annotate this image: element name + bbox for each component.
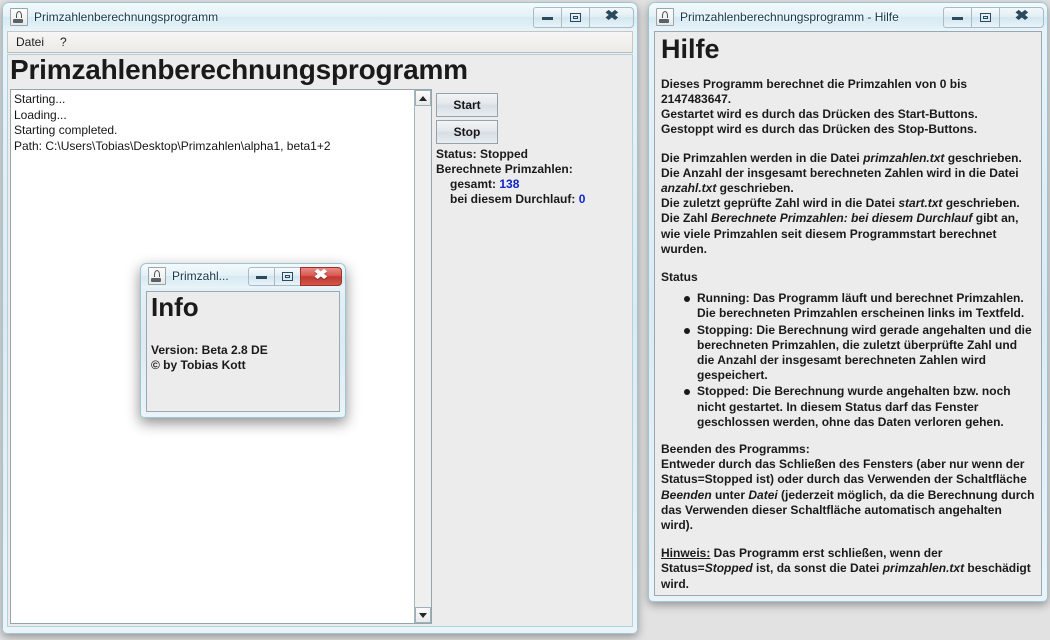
help-paragraph-intro: Dieses Programm berechnet die Primzahlen… [661,77,1035,138]
help-paragraph-files: Die Primzahlen werden in die Datei primz… [661,151,1035,257]
help-file-start: start.txt [898,196,943,211]
main-window-titlebar[interactable]: Primzahlenberechnungsprogramm ✖ [3,3,637,31]
maximize-icon [570,12,581,22]
java-coffee-cup-icon [656,8,674,26]
close-button[interactable]: ✖ [589,6,634,28]
menu-item-help[interactable]: ? [52,33,75,51]
log-vertical-scrollbar[interactable] [414,90,431,623]
minimize-button[interactable] [943,6,972,28]
help-title: Hilfe [661,34,720,64]
list-item: Running: Das Programm läuft und berechne… [684,291,1035,321]
help-window-titlebar[interactable]: Primzahlenberechnungsprogramm - Hilfe ✖ [649,3,1047,31]
help-file-anzahl: anzahl.txt [661,180,717,195]
maximize-icon [980,12,991,22]
minimize-icon [952,14,963,20]
scrollbar-track[interactable] [415,106,431,607]
start-button[interactable]: Start [436,93,498,117]
control-panel: Start Stop Status: Stopped Berechnete Pr… [432,89,630,624]
help-content: Hilfe Dieses Programm berechnet die Prim… [654,31,1042,596]
primes-run-row: bei diesem Durchlauf: 0 [436,192,630,207]
help-emphasis-datei: Datei [748,487,778,502]
main-window-controls: ✖ [533,6,634,28]
maximize-icon [282,271,293,281]
help-paragraph-quit: Beenden des Programms: Entweder durch da… [661,442,1035,533]
help-window: Primzahlenberechnungsprogramm - Hilfe ✖ … [648,2,1048,602]
help-files-text-7: Die Zahl [661,211,712,226]
info-author: © by Tobias Kott [151,358,246,373]
menubar: Datei ? [7,31,633,53]
maximize-button[interactable] [274,266,301,286]
menu-item-datei[interactable]: Datei [8,33,52,51]
info-dialog-content: Info Version: Beta 2.8 DE © by Tobias Ko… [146,291,340,412]
help-files-text-3: Die Anzahl der insgesamt berechneten Zah… [661,165,1019,180]
java-coffee-cup-icon [148,267,166,285]
minimize-button[interactable] [248,266,275,286]
info-dialog-controls: ✖ [248,266,342,287]
help-intro-line-2: Gestartet wird es durch das Drücken des … [661,107,978,122]
main-window-title: Primzahlenberechnungsprogramm [34,10,219,24]
help-note-status-value: Stopped [704,561,753,576]
maximize-button[interactable] [971,6,1000,28]
help-quit-text-1: Entweder durch das Schließen des Fenster… [661,457,1027,487]
help-status-heading: Status [661,269,698,284]
help-intro-line-1: Dieses Programm berechnet die Primzahlen… [661,76,968,106]
minimize-button[interactable] [533,6,562,28]
help-files-text-2: geschrieben. [944,150,1022,165]
help-status-list: Running: Das Programm läuft und berechne… [661,291,1035,430]
help-files-text-1: Die Primzahlen werden in die Datei [661,150,864,165]
java-coffee-cup-icon [10,8,28,26]
help-files-text-5: Die zuletzt geprüfte Zahl wird in die Da… [661,196,899,211]
info-dialog-titlebar[interactable]: Primzahl... ✖ [141,264,345,288]
minimize-icon [256,273,267,279]
help-file-primzahlen: primzahlen.txt [863,150,945,165]
help-files-text-4: geschrieben. [716,180,794,195]
scroll-up-button[interactable] [415,90,431,106]
help-quit-text-2: unter [711,487,749,502]
help-note-label: Hinweis: [661,546,711,561]
info-title: Info [151,292,199,322]
help-emphasis-durchlauf: Berechnete Primzahlen: bei diesem Durchl… [711,211,973,226]
help-note-file: primzahlen.txt [882,561,965,576]
help-note-text-2: ist, da sonst die Datei [752,561,883,576]
info-dialog: Primzahl... ✖ Info Version: Beta 2.8 DE … [140,263,346,418]
help-window-controls: ✖ [943,6,1044,28]
info-dialog-title: Primzahl... [172,269,229,283]
close-button[interactable]: ✖ [999,6,1044,28]
primes-run-label: bei diesem Durchlauf: [450,192,576,206]
scroll-down-arrow-icon [419,612,427,618]
stop-button[interactable]: Stop [436,120,498,144]
primes-run-value: 0 [578,192,586,206]
close-icon: ✖ [1014,9,1029,24]
primes-total-label: gesamt: [450,177,497,191]
help-window-title: Primzahlenberechnungsprogramm - Hilfe [680,10,899,24]
minimize-icon [542,14,553,20]
page-title: Primzahlenberechnungsprogramm [10,54,468,85]
close-button[interactable]: ✖ [300,266,342,286]
close-icon: ✖ [313,268,329,283]
info-version: Version: Beta 2.8 DE [151,343,268,358]
help-files-text-6: geschrieben. [942,196,1020,211]
help-intro-line-3: Gestoppt wird es durch das Drücken des S… [661,122,978,137]
list-item: Stopping: Die Berechnung wird gerade ang… [684,323,1035,384]
scroll-up-arrow-icon [419,95,427,101]
maximize-button[interactable] [561,6,590,28]
help-quit-heading: Beenden des Programms: [661,441,810,456]
help-paragraph-note: Hinweis: Das Programm erst schließen, we… [661,546,1035,592]
primes-total-value: 138 [499,177,520,191]
primes-label: Berechnete Primzahlen: [436,162,573,176]
status-badge: Status: Stopped [436,147,528,161]
help-spacer [661,431,1035,442]
list-item: Stopped: Die Berechnung wurde angehalten… [684,384,1035,430]
scroll-down-button[interactable] [415,607,431,623]
close-icon: ✖ [604,9,619,24]
help-emphasis-beenden: Beenden [661,487,712,502]
primes-total-row: gesamt: 138 [436,177,630,192]
